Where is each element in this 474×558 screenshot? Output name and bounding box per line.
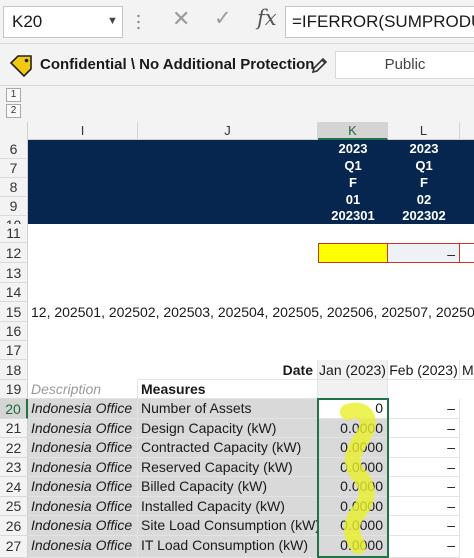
month-cell-k[interactable]: 01 xyxy=(318,191,388,208)
measure-cell[interactable]: Reserved Capacity (kW) xyxy=(138,458,318,477)
measures-header[interactable]: Measures xyxy=(138,380,318,399)
row-header[interactable]: 8 xyxy=(0,178,28,197)
highlighter-annotation xyxy=(340,402,376,554)
year-cell-l[interactable]: 2023 xyxy=(388,140,460,157)
highlight-cell-k12[interactable] xyxy=(318,243,388,263)
value-cell-l25[interactable]: – xyxy=(388,497,460,516)
month-cell-l[interactable]: 02 xyxy=(388,191,460,208)
formula-input[interactable]: =IFERROR(SUMPRODUCT( xyxy=(285,6,474,38)
cell-l12[interactable]: – xyxy=(388,243,460,263)
cancel-icon[interactable]: ✕ xyxy=(172,6,190,32)
row-header[interactable]: 18 xyxy=(0,360,28,380)
select-all-corner[interactable] xyxy=(0,122,28,140)
date-label[interactable]: Date xyxy=(138,360,318,380)
row-header[interactable]: 16 xyxy=(0,322,28,341)
value-cell-l24[interactable]: – xyxy=(388,477,460,497)
sensitivity-level-box[interactable]: Public xyxy=(335,51,474,79)
chevron-down-icon[interactable]: ▼ xyxy=(107,8,118,34)
row-header[interactable]: 14 xyxy=(0,283,28,302)
outline-level-2-button[interactable]: 2 xyxy=(6,104,21,118)
name-box[interactable]: K20 xyxy=(3,6,123,38)
period-cell-k[interactable]: 202301 xyxy=(318,207,388,224)
row-header[interactable]: 17 xyxy=(0,341,28,360)
office-cell[interactable]: Indonesia Office xyxy=(28,438,138,458)
description-header[interactable]: Description xyxy=(28,380,138,399)
period-cell-l[interactable]: 202302 xyxy=(388,207,460,224)
row-header[interactable]: 11 xyxy=(0,224,28,243)
office-cell[interactable]: Indonesia Office xyxy=(28,516,138,536)
quarter-cell-k[interactable]: Q1 xyxy=(318,157,388,174)
row-header[interactable]: 26 xyxy=(0,516,28,536)
row-header[interactable]: 15 xyxy=(0,302,28,322)
row-header[interactable]: 12 xyxy=(0,243,28,263)
outline-level-1-button[interactable]: 1 xyxy=(6,88,21,102)
measure-cell[interactable]: Number of Assets xyxy=(138,399,318,419)
pencil-icon[interactable] xyxy=(310,55,330,75)
column-header-k[interactable]: K xyxy=(318,122,388,140)
office-cell[interactable]: Indonesia Office xyxy=(28,477,138,497)
row-header[interactable]: 9 xyxy=(0,197,28,216)
measure-cell[interactable]: IT Load Consumption (kW) xyxy=(138,536,318,558)
sensitivity-tag-icon xyxy=(8,54,34,78)
year-cell-k[interactable]: 2023 xyxy=(318,140,388,157)
value-cell-l26[interactable]: – xyxy=(388,516,460,536)
office-cell[interactable]: Indonesia Office xyxy=(28,419,138,438)
flag-cell-k[interactable]: F xyxy=(318,174,388,191)
column-header-i[interactable]: I xyxy=(28,122,138,140)
month-header-k[interactable]: Jan (2023) xyxy=(318,360,388,380)
row-header[interactable]: 7 xyxy=(0,159,28,178)
month-header-l[interactable]: Feb (2023) xyxy=(388,360,460,380)
measure-cell[interactable]: Billed Capacity (kW) xyxy=(138,477,318,497)
value-cell-l20[interactable]: – xyxy=(388,399,460,419)
office-cell[interactable]: Indonesia Office xyxy=(28,536,138,558)
sensitivity-label: Confidential \ No Additional Protection xyxy=(40,56,315,73)
measure-cell[interactable]: Installed Capacity (kW) xyxy=(138,497,318,516)
value-cell-l22[interactable]: – xyxy=(388,438,460,458)
value-cell-l27[interactable]: – xyxy=(388,536,460,558)
row-header[interactable]: 22 xyxy=(0,438,28,458)
office-cell[interactable]: Indonesia Office xyxy=(28,399,138,419)
row-header-selected[interactable]: 20 xyxy=(0,399,28,419)
enter-icon[interactable]: ✓ xyxy=(214,6,232,31)
row-header[interactable]: 21 xyxy=(0,419,28,438)
row-header[interactable]: 6 xyxy=(0,140,28,159)
row-header[interactable]: 23 xyxy=(0,458,28,477)
measure-cell[interactable]: Contracted Capacity (kW) xyxy=(138,438,318,458)
period-list-text[interactable]: 12, 202501, 202502, 202503, 202504, 2025… xyxy=(28,302,474,322)
column-header-j[interactable]: J xyxy=(138,122,318,140)
row-header[interactable]: 25 xyxy=(0,497,28,516)
quarter-cell-l[interactable]: Q1 xyxy=(388,157,460,174)
value-cell-l23[interactable]: – xyxy=(388,458,460,477)
insert-function-icon[interactable]: fx xyxy=(257,6,277,30)
drag-handle-icon[interactable] xyxy=(137,13,140,31)
outline-area xyxy=(0,86,474,122)
column-header-m[interactable] xyxy=(460,122,474,140)
row-header[interactable]: 27 xyxy=(0,536,28,558)
month-header-m[interactable]: M xyxy=(460,360,474,380)
measure-cell[interactable]: Site Load Consumption (kW) xyxy=(138,516,318,536)
column-header-l[interactable]: L xyxy=(388,122,460,140)
row-header[interactable]: 24 xyxy=(0,477,28,497)
office-cell[interactable]: Indonesia Office xyxy=(28,497,138,516)
cell-k19[interactable] xyxy=(318,380,388,399)
value-cell-l21[interactable]: – xyxy=(388,419,460,438)
cell-m12[interactable] xyxy=(460,243,474,263)
measure-cell[interactable]: Design Capacity (kW) xyxy=(138,419,318,438)
flag-cell-l[interactable]: F xyxy=(388,174,460,191)
row-header[interactable]: 13 xyxy=(0,263,28,283)
office-cell[interactable]: Indonesia Office xyxy=(28,458,138,477)
row-header[interactable]: 19 xyxy=(0,380,28,399)
